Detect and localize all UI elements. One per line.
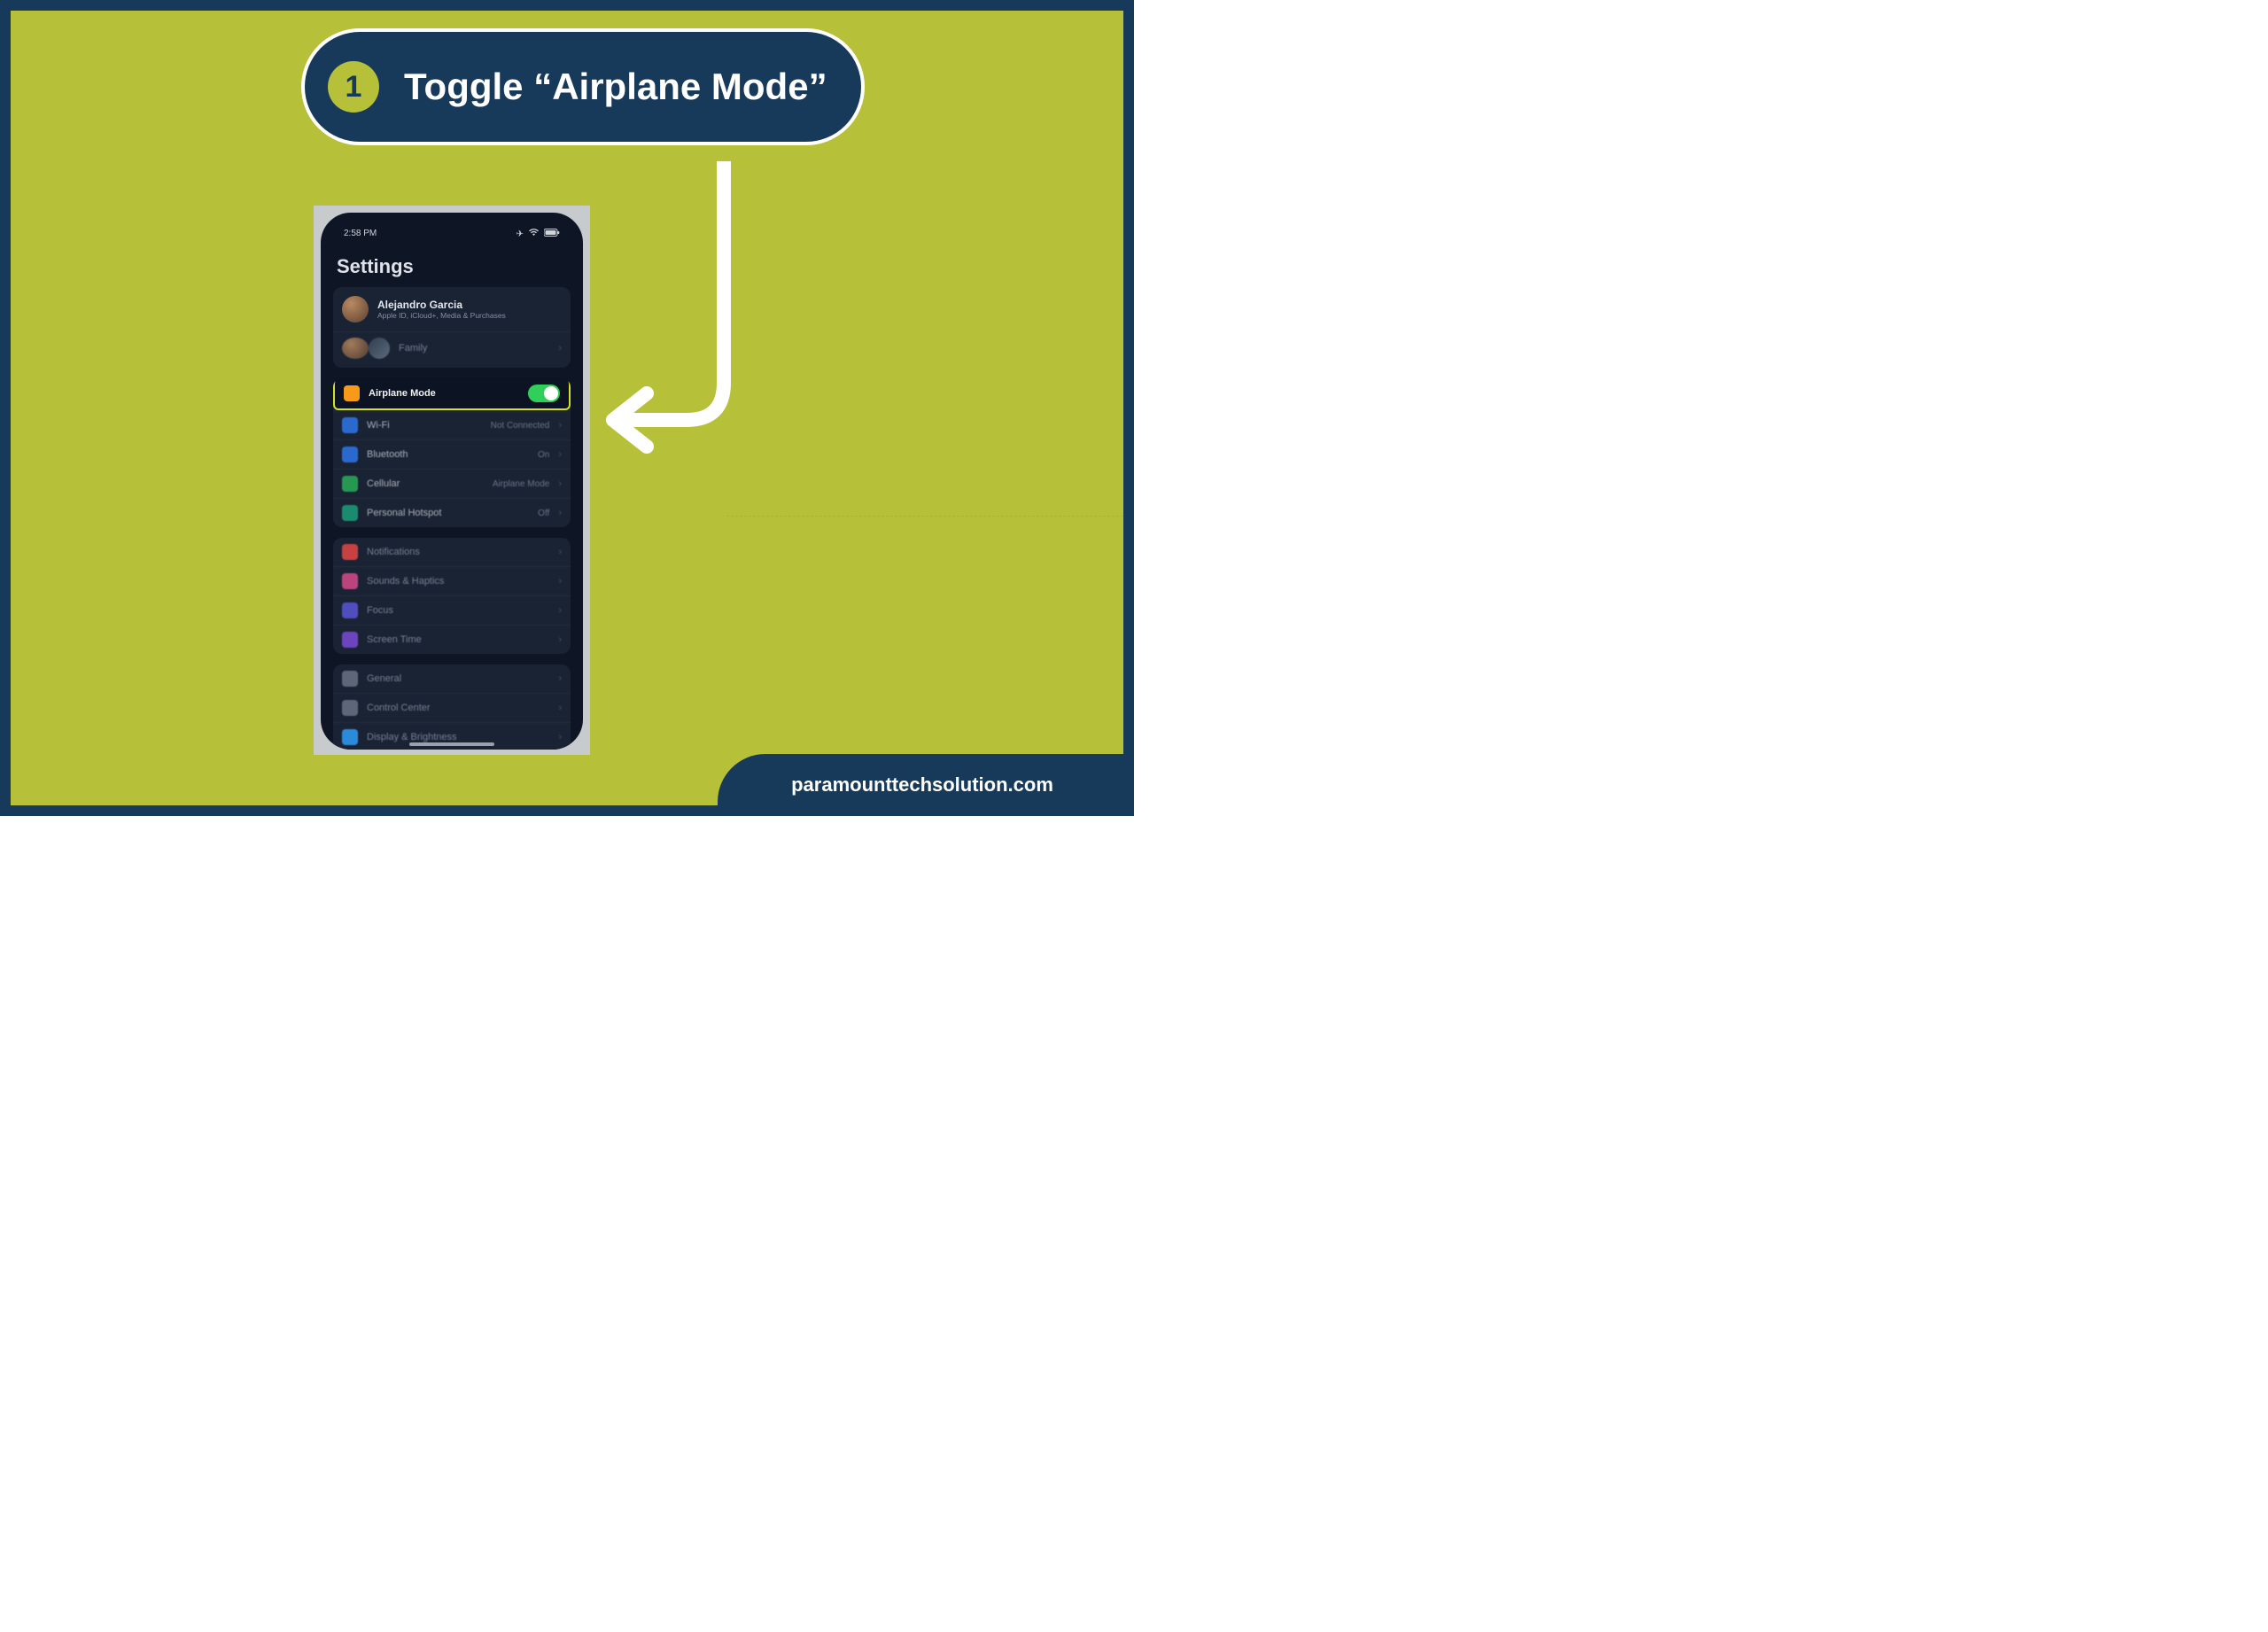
row-value: Airplane Mode <box>493 479 549 489</box>
settings-row[interactable]: Wi-Fi Not Connected › <box>333 410 571 439</box>
row-label: Sounds & Haptics <box>367 576 549 587</box>
row-icon <box>342 729 358 745</box>
settings-row[interactable]: Sounds & Haptics › <box>333 566 571 595</box>
chevron-right-icon: › <box>558 478 562 489</box>
row-icon <box>342 573 358 589</box>
status-bar: 2:58 PM ✈ <box>330 221 574 241</box>
profile-row[interactable]: Alejandro Garcia Apple ID, iCloud+, Medi… <box>333 287 571 331</box>
settings-row[interactable]: Notifications › <box>333 538 571 566</box>
settings-row[interactable]: Bluetooth On › <box>333 439 571 469</box>
chevron-right-icon: › <box>558 343 562 354</box>
row-icon <box>342 632 358 648</box>
chevron-right-icon: › <box>558 673 562 684</box>
chevron-right-icon: › <box>558 732 562 742</box>
status-time: 2:58 PM <box>344 229 377 239</box>
settings-row[interactable]: General › <box>333 664 571 693</box>
chevron-right-icon: › <box>558 547 562 557</box>
row-icon <box>342 447 358 462</box>
row-icon <box>342 602 358 618</box>
row-icon <box>342 700 358 716</box>
home-indicator <box>409 742 494 746</box>
avatar <box>342 296 369 323</box>
row-icon <box>342 417 358 433</box>
pointer-arrow <box>595 161 746 454</box>
wifi-icon <box>529 229 539 239</box>
row-icon <box>342 505 358 521</box>
notifications-group: Notifications›Sounds & Haptics›Focus›Scr… <box>333 538 571 654</box>
chevron-right-icon: › <box>558 420 562 431</box>
row-value: Not Connected <box>491 421 550 431</box>
connectivity-group: Airplane ModeWi-FiNot Connected›Bluetoot… <box>333 378 571 527</box>
footer-site: paramounttechsolution.com <box>791 773 1053 797</box>
row-icon <box>342 544 358 560</box>
row-value: On <box>538 450 549 460</box>
phone-screen: 2:58 PM ✈ Settings Alejandro Garcia <box>321 213 583 750</box>
settings-row[interactable]: Personal Hotspot Off › <box>333 498 571 527</box>
row-label: Wi-Fi <box>367 420 482 431</box>
row-label: Screen Time <box>367 634 549 645</box>
row-label: Personal Hotspot <box>367 508 529 518</box>
row-label: Cellular <box>367 478 484 489</box>
chevron-right-icon: › <box>558 508 562 518</box>
family-label: Family <box>399 343 549 354</box>
status-icons: ✈ <box>517 229 560 239</box>
general-group: General › Control Center › Display & Brightn… <box>333 664 571 750</box>
avatar <box>369 338 390 359</box>
row-icon <box>342 476 358 492</box>
row-label: Display & Brightness <box>367 732 549 742</box>
chevron-right-icon: › <box>558 605 562 616</box>
footer-credit: paramounttechsolution.com <box>718 754 1134 816</box>
row-label: Bluetooth <box>367 449 529 460</box>
settings-row[interactable]: Cellular Airplane Mode › <box>333 469 571 498</box>
step-number-badge: 1 <box>328 61 379 113</box>
airplane-icon: ✈ <box>517 229 524 239</box>
airplane-mode-toggle[interactable] <box>528 385 560 402</box>
chevron-right-icon: › <box>558 576 562 587</box>
step-title: Toggle “Airplane Mode” <box>404 66 827 108</box>
row-value: Off <box>538 509 549 518</box>
row-label: General <box>367 673 549 684</box>
page-title: Settings <box>330 241 574 287</box>
row-icon <box>342 671 358 687</box>
row-label: Control Center <box>367 703 549 713</box>
avatar <box>342 338 369 359</box>
family-row[interactable]: Family › <box>333 331 571 368</box>
chevron-right-icon: › <box>558 634 562 645</box>
chevron-right-icon: › <box>558 449 562 460</box>
profile-name: Alejandro Garcia <box>377 299 506 311</box>
row-label: Notifications <box>367 547 549 557</box>
step-pill: 1 Toggle “Airplane Mode” <box>301 28 865 145</box>
row-label: Focus <box>367 605 549 616</box>
profile-group: Alejandro Garcia Apple ID, iCloud+, Medi… <box>333 287 571 368</box>
settings-row[interactable]: Screen Time › <box>333 625 571 654</box>
tutorial-card: 1 Toggle “Airplane Mode” 2:58 PM ✈ S <box>0 0 1134 816</box>
row-label: Airplane Mode <box>369 388 519 399</box>
settings-row[interactable]: Control Center › <box>333 693 571 722</box>
row-icon <box>344 385 360 401</box>
battery-icon <box>544 229 560 239</box>
guide-line <box>726 516 1123 517</box>
phone-screenshot: 2:58 PM ✈ Settings Alejandro Garcia <box>314 206 590 755</box>
settings-row[interactable]: Focus › <box>333 595 571 625</box>
chevron-right-icon: › <box>558 703 562 713</box>
settings-row[interactable]: Airplane Mode <box>333 378 571 410</box>
profile-sub: Apple ID, iCloud+, Media & Purchases <box>377 311 506 320</box>
